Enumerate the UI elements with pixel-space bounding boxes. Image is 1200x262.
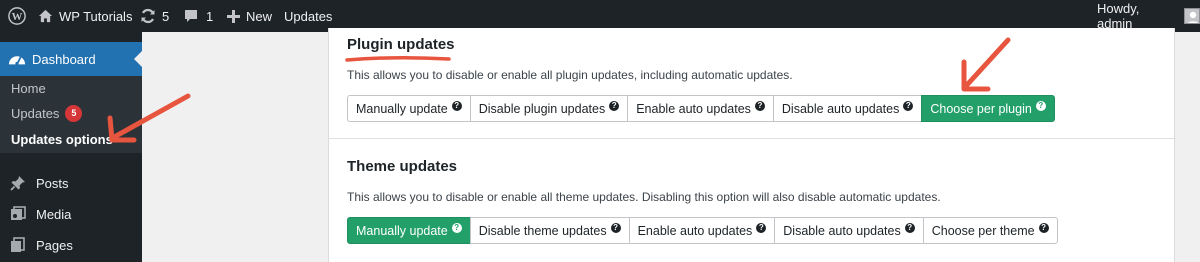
plugin-update-options: Manually update? Disable plugin updates?…: [347, 95, 1055, 122]
howdy-text: Howdy, admin: [1097, 1, 1140, 31]
new-label: New: [246, 8, 273, 24]
plugin-option-manually-update[interactable]: Manually update?: [347, 95, 471, 122]
submenu-updates-options[interactable]: Updates options: [11, 129, 113, 149]
avatar: [1184, 8, 1200, 24]
site-name: WP Tutorials: [59, 8, 133, 24]
admin-sidebar: Dashboard Home Updates 5 Updates options…: [0, 32, 142, 262]
comments-counter[interactable]: 1: [184, 0, 213, 32]
plugin-updates-title: Plugin updates: [347, 36, 455, 53]
section-divider: [329, 138, 1176, 139]
help-icon[interactable]: ?: [609, 100, 620, 111]
updates-link[interactable]: Updates: [284, 0, 332, 32]
theme-updates-description: This allows you to disable or enable all…: [347, 190, 941, 204]
home-icon: [38, 9, 53, 23]
theme-option-enable-auto-updates[interactable]: Enable auto updates?: [628, 217, 776, 244]
dashboard-label: Dashboard: [32, 51, 96, 67]
plugin-option-disable-updates[interactable]: Disable plugin updates?: [469, 95, 629, 122]
help-icon[interactable]: ?: [756, 222, 767, 233]
theme-updates-title: Theme updates: [347, 158, 458, 175]
plus-icon: [227, 9, 240, 23]
dashboard-icon: [2, 52, 32, 66]
theme-option-disable-auto-updates[interactable]: Disable auto updates?: [774, 217, 924, 244]
site-name-link[interactable]: WP Tutorials: [38, 0, 132, 32]
media-icon: [0, 206, 36, 222]
comment-icon: [184, 9, 198, 23]
sidebar-item-dashboard[interactable]: Dashboard: [0, 42, 142, 76]
updates-counter[interactable]: 5: [140, 0, 169, 32]
posts-label: Posts: [36, 175, 69, 191]
help-icon[interactable]: ?: [451, 100, 462, 111]
plugin-option-choose-per-plugin[interactable]: Choose per plugin?: [921, 95, 1055, 122]
pages-label: Pages: [36, 237, 73, 253]
dashboard-submenu: Home Updates 5 Updates options: [0, 76, 142, 153]
help-icon[interactable]: ?: [1035, 100, 1046, 111]
refresh-icon: [140, 8, 156, 24]
new-content-link[interactable]: New: [227, 0, 272, 32]
help-icon[interactable]: ?: [903, 100, 914, 111]
plugin-option-enable-auto-updates[interactable]: Enable auto updates?: [627, 95, 774, 122]
plugin-updates-description: This allows you to disable or enable all…: [347, 68, 793, 82]
svg-text:W: W: [12, 11, 23, 23]
help-icon[interactable]: ?: [1038, 222, 1049, 233]
sidebar-item-media[interactable]: Media: [0, 199, 142, 229]
help-icon[interactable]: ?: [610, 222, 621, 233]
comments-count: 1: [206, 8, 214, 24]
updates-label: Updates: [284, 8, 333, 24]
updates-badge: 5: [65, 104, 83, 122]
media-label: Media: [36, 206, 72, 222]
theme-option-choose-per-theme[interactable]: Choose per theme?: [922, 217, 1058, 244]
help-icon[interactable]: ?: [754, 100, 765, 111]
pages-icon: [0, 237, 36, 253]
theme-update-options: Manually update? Disable theme updates? …: [347, 217, 1058, 244]
theme-option-manually-update[interactable]: Manually update?: [347, 217, 471, 244]
pin-icon: [0, 175, 36, 191]
sidebar-item-pages[interactable]: Pages: [0, 230, 142, 260]
help-icon[interactable]: ?: [904, 222, 915, 233]
updates-count: 5: [162, 8, 170, 24]
title-underline-annotation: [345, 55, 451, 62]
submenu-home[interactable]: Home: [11, 78, 46, 98]
wordpress-logo-icon[interactable]: W: [8, 0, 26, 32]
settings-panel: Plugin updates This allows you to disabl…: [328, 28, 1176, 262]
sidebar-item-posts[interactable]: Posts: [0, 168, 142, 198]
theme-option-disable-updates[interactable]: Disable theme updates?: [469, 217, 630, 244]
submenu-updates[interactable]: Updates 5: [11, 103, 83, 123]
help-icon[interactable]: ?: [451, 222, 462, 233]
plugin-option-disable-auto-updates[interactable]: Disable auto updates?: [772, 95, 923, 122]
submenu-updates-label: Updates: [11, 105, 60, 121]
